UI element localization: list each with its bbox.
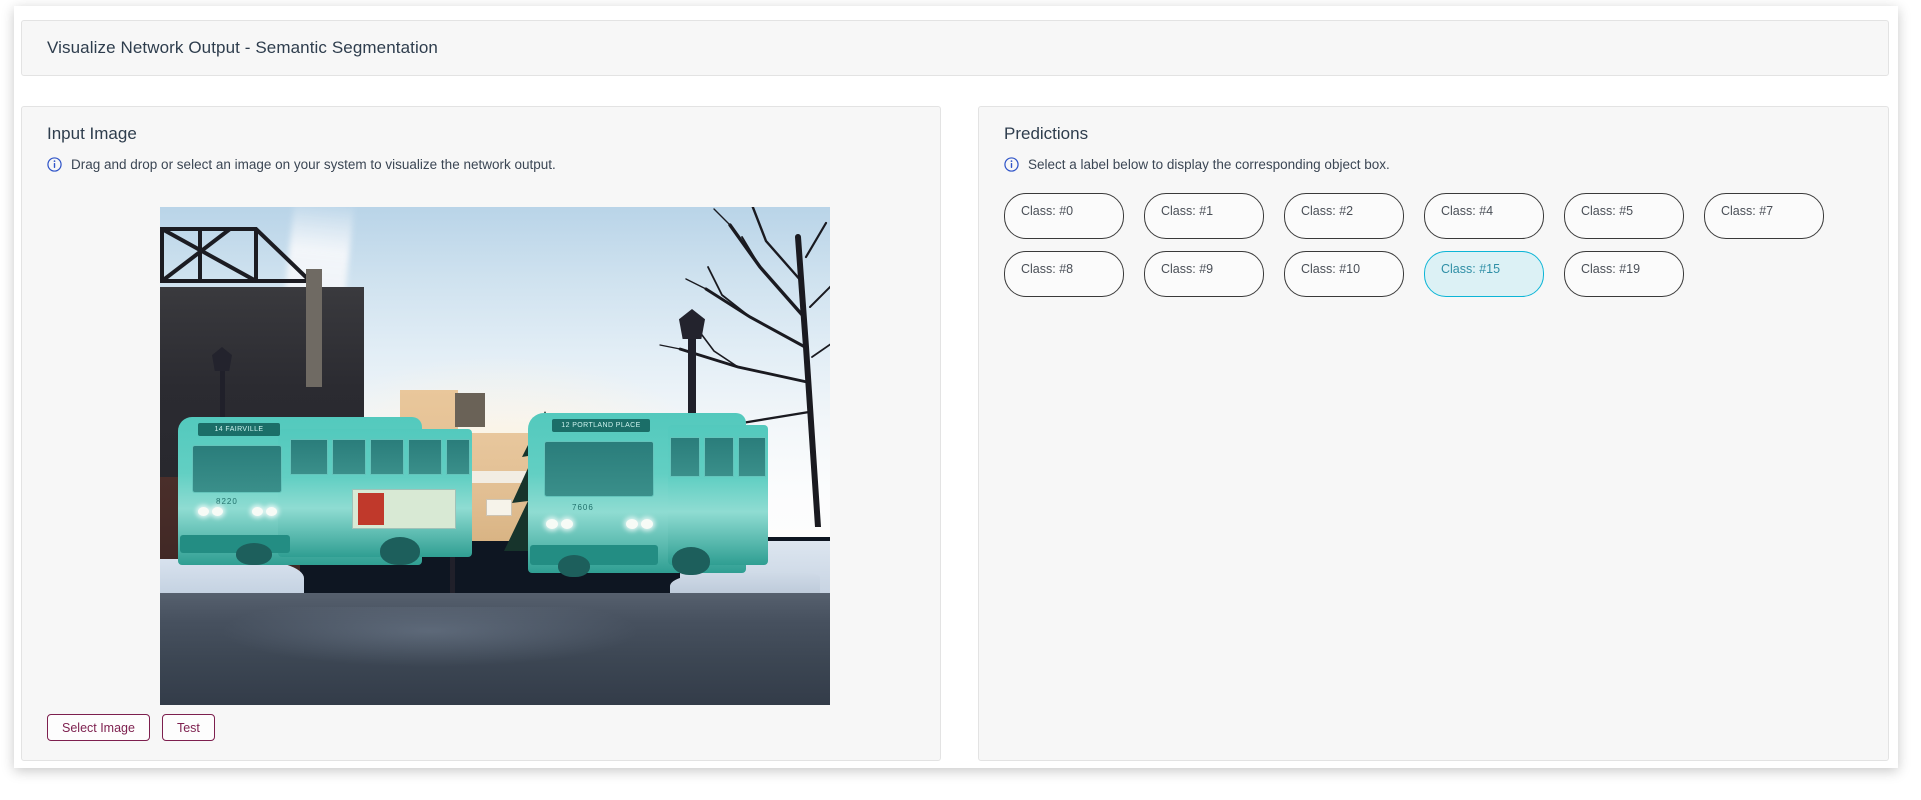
input-image-hint-text: Drag and drop or select an image on your… bbox=[71, 157, 556, 172]
bus-2-side-window bbox=[738, 437, 766, 477]
bus-2-headlight bbox=[546, 519, 558, 529]
select-image-button[interactable]: Select Image bbox=[47, 714, 150, 741]
class-chip-label: Class: #1 bbox=[1161, 204, 1214, 218]
predictions-panel-title: Predictions bbox=[1004, 124, 1089, 143]
bus-1-windshield bbox=[192, 445, 282, 493]
info-circle-icon bbox=[1004, 157, 1019, 172]
bus-1-side-window bbox=[290, 439, 328, 475]
class-chip-label: Class: #0 bbox=[1021, 204, 1074, 218]
class-chip-2[interactable]: Class: #2 bbox=[1284, 193, 1404, 239]
bus-2-headlight bbox=[641, 519, 653, 529]
test-button[interactable]: Test bbox=[161, 714, 215, 741]
class-label-list: Class: #0 Class: #1 Class: #2 Class: #4 … bbox=[1004, 193, 1864, 309]
bus-1-wheel bbox=[380, 537, 420, 565]
page-title: Visualize Network Output - Semantic Segm… bbox=[47, 38, 438, 57]
class-chip-1[interactable]: Class: #1 bbox=[1144, 193, 1264, 239]
class-chip-7[interactable]: Class: #7 bbox=[1704, 193, 1824, 239]
bus-1-fleet-number: 8220 bbox=[216, 497, 238, 506]
bus-1-bumper bbox=[180, 535, 290, 553]
bus-1-headlight bbox=[198, 507, 209, 516]
bus-1-destination-sign: 14 FAIRVILLE bbox=[198, 423, 280, 436]
input-image-panel-title: Input Image bbox=[47, 124, 137, 143]
bus-1-side-window bbox=[370, 439, 404, 475]
bus-2-headlight bbox=[626, 519, 638, 529]
class-label-row: Class: #8 Class: #9 Class: #10 Class: #1… bbox=[1004, 251, 1864, 297]
input-image-actions: Select Image Test bbox=[47, 714, 215, 741]
bus-2-fleet-number: 7606 bbox=[572, 503, 594, 512]
class-chip-label: Class: #2 bbox=[1301, 204, 1354, 218]
class-chip-10[interactable]: Class: #10 bbox=[1284, 251, 1404, 297]
bus-1-headlight bbox=[212, 507, 223, 516]
road-sheen bbox=[220, 607, 640, 667]
segmentation-result-image: 14 FAIRVILLE 8220 12 PORTLAND PLACE 7606 bbox=[160, 207, 830, 705]
bus-1-side-window bbox=[446, 439, 470, 475]
bus-1-ad-accent bbox=[358, 493, 384, 525]
info-circle-icon bbox=[47, 157, 62, 172]
bus-2-windshield bbox=[544, 441, 654, 497]
input-image-hint: Drag and drop or select an image on your… bbox=[47, 157, 556, 172]
class-chip-label: Class: #8 bbox=[1021, 262, 1074, 276]
app-window: Visualize Network Output - Semantic Segm… bbox=[14, 6, 1898, 768]
class-chip-19[interactable]: Class: #19 bbox=[1564, 251, 1684, 297]
class-chip-label: Class: #7 bbox=[1721, 204, 1774, 218]
class-chip-4[interactable]: Class: #4 bbox=[1424, 193, 1544, 239]
class-chip-8[interactable]: Class: #8 bbox=[1004, 251, 1124, 297]
input-image-panel: Input Image Drag and drop or select an i… bbox=[21, 106, 941, 761]
bus-2-headlight bbox=[561, 519, 573, 529]
bus-2-destination-sign: 12 PORTLAND PLACE bbox=[552, 419, 650, 432]
bus-1-wheel bbox=[236, 543, 272, 565]
class-chip-label: Class: #19 bbox=[1581, 262, 1641, 276]
app-root: Visualize Network Output - Semantic Segm… bbox=[0, 0, 1921, 800]
bus-1-side-window bbox=[332, 439, 366, 475]
input-image-preview[interactable]: 14 FAIRVILLE 8220 12 PORTLAND PLACE 7606 bbox=[160, 207, 830, 705]
class-chip-5[interactable]: Class: #5 bbox=[1564, 193, 1684, 239]
class-chip-label: Class: #4 bbox=[1441, 204, 1494, 218]
bus-2-wheel bbox=[672, 547, 710, 575]
class-chip-label: Class: #9 bbox=[1161, 262, 1214, 276]
bus-1-side-window bbox=[408, 439, 442, 475]
predictions-hint-text: Select a label below to display the corr… bbox=[1028, 157, 1390, 172]
class-chip-0[interactable]: Class: #0 bbox=[1004, 193, 1124, 239]
chimney bbox=[306, 269, 322, 387]
app-header: Visualize Network Output - Semantic Segm… bbox=[21, 20, 1889, 76]
bus-1-headlight bbox=[252, 507, 263, 516]
class-chip-15[interactable]: Class: #15 bbox=[1424, 251, 1544, 297]
predictions-panel: Predictions Select a label below to disp… bbox=[978, 106, 1889, 761]
class-chip-label: Class: #15 bbox=[1441, 262, 1501, 276]
bus-2-bumper bbox=[530, 545, 658, 565]
class-chip-9[interactable]: Class: #9 bbox=[1144, 251, 1264, 297]
class-label-row: Class: #0 Class: #1 Class: #2 Class: #4 … bbox=[1004, 193, 1864, 239]
class-chip-label: Class: #10 bbox=[1301, 262, 1361, 276]
bus-2-side-window bbox=[670, 437, 700, 477]
predictions-hint: Select a label below to display the corr… bbox=[1004, 157, 1390, 172]
class-chip-label: Class: #5 bbox=[1581, 204, 1634, 218]
bus-1-headlight bbox=[266, 507, 277, 516]
building-rooftop-unit bbox=[455, 393, 485, 427]
bus-2-side-window bbox=[704, 437, 734, 477]
bus-2-wheel bbox=[558, 555, 590, 577]
